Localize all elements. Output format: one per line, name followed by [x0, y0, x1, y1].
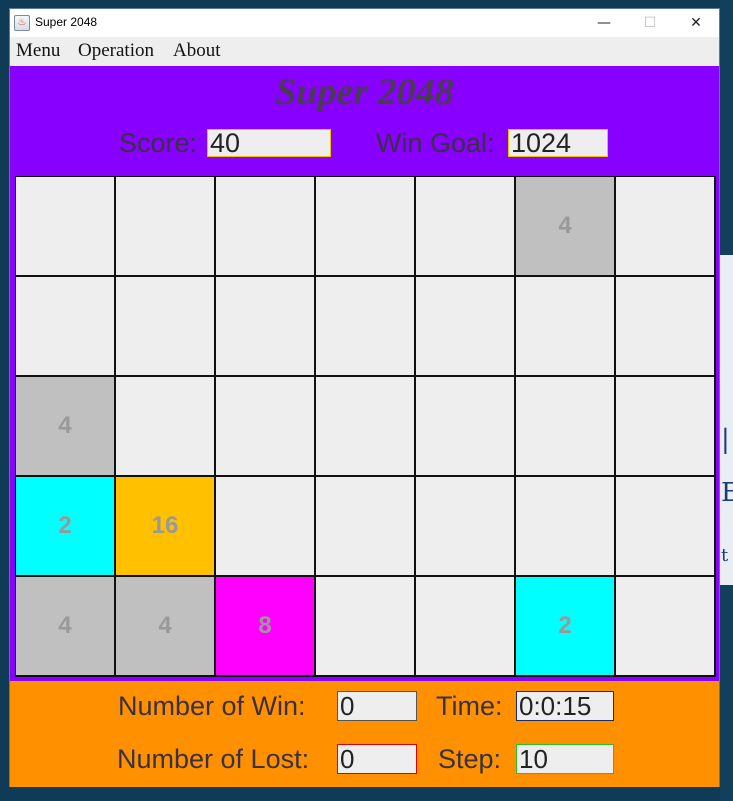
empty-cell: [416, 577, 514, 675]
game-title: Super 2048: [275, 71, 454, 113]
menu-operation[interactable]: Operation: [78, 40, 154, 62]
score-label: Score:: [119, 128, 198, 158]
wins-field: 0: [337, 691, 417, 721]
tile: 4: [16, 577, 114, 675]
game-panel: Super 2048 Score: 40 Win Goal: 1024 4421…: [10, 66, 719, 681]
empty-cell: [616, 577, 714, 675]
empty-cell: [16, 177, 114, 275]
tile: 4: [116, 577, 214, 675]
title-bar: ♨ Super 2048 — ☐ ✕: [10, 9, 719, 37]
stats-panel: Number of Win: 0 Time: 0:0:15 Number of …: [10, 681, 719, 787]
empty-cell: [616, 277, 714, 375]
empty-cell: [316, 377, 414, 475]
game-board[interactable]: 4 4 2 16 4 4 8 2: [15, 176, 716, 677]
score-field: 40: [207, 129, 331, 157]
minimize-button[interactable]: —: [581, 9, 627, 37]
lost-label: Number of Lost:: [117, 744, 310, 774]
empty-cell: [416, 277, 514, 375]
empty-cell: [616, 177, 714, 275]
lost-field: 0: [337, 744, 417, 774]
win-goal-field[interactable]: 1024: [508, 129, 608, 157]
empty-cell: [16, 277, 114, 375]
empty-cell: [216, 277, 314, 375]
app-window: ♨ Super 2048 — ☐ ✕ Menu Operation About …: [9, 8, 720, 787]
empty-cell: [216, 377, 314, 475]
empty-cell: [116, 277, 214, 375]
tile: 4: [16, 377, 114, 475]
empty-cell: [416, 177, 514, 275]
tile: 2: [16, 477, 114, 575]
menu-bar: Menu Operation About: [10, 37, 719, 66]
time-field: 0:0:15: [516, 691, 614, 721]
desktop-window-fragment: [720, 255, 733, 585]
maximize-button[interactable]: ☐: [627, 9, 673, 37]
step-label: Step:: [438, 744, 502, 774]
desktop-glyph: |: [721, 425, 730, 455]
win-goal-label: Win Goal:: [376, 128, 495, 158]
empty-cell: [516, 277, 614, 375]
tile: 4: [516, 177, 614, 275]
empty-cell: [316, 577, 414, 675]
desktop-glyph: E: [721, 478, 733, 508]
tile: 2: [516, 577, 614, 675]
empty-cell: [516, 477, 614, 575]
empty-cell: [316, 177, 414, 275]
empty-cell: [416, 377, 514, 475]
desktop-glyph: t: [721, 545, 729, 566]
empty-cell: [216, 477, 314, 575]
tile: 16: [116, 477, 214, 575]
empty-cell: [616, 377, 714, 475]
menu-about[interactable]: About: [173, 40, 221, 62]
close-button[interactable]: ✕: [673, 9, 719, 37]
time-label: Time:: [436, 691, 503, 721]
empty-cell: [516, 377, 614, 475]
empty-cell: [116, 377, 214, 475]
empty-cell: [616, 477, 714, 575]
wins-label: Number of Win:: [118, 691, 306, 721]
step-field: 10: [516, 744, 614, 774]
empty-cell: [316, 477, 414, 575]
tile: 8: [216, 577, 314, 675]
empty-cell: [316, 277, 414, 375]
java-app-icon: ♨: [14, 15, 30, 31]
empty-cell: [416, 477, 514, 575]
empty-cell: [116, 177, 214, 275]
menu-menu[interactable]: Menu: [16, 40, 60, 62]
window-title: Super 2048: [35, 15, 98, 29]
empty-cell: [216, 177, 314, 275]
